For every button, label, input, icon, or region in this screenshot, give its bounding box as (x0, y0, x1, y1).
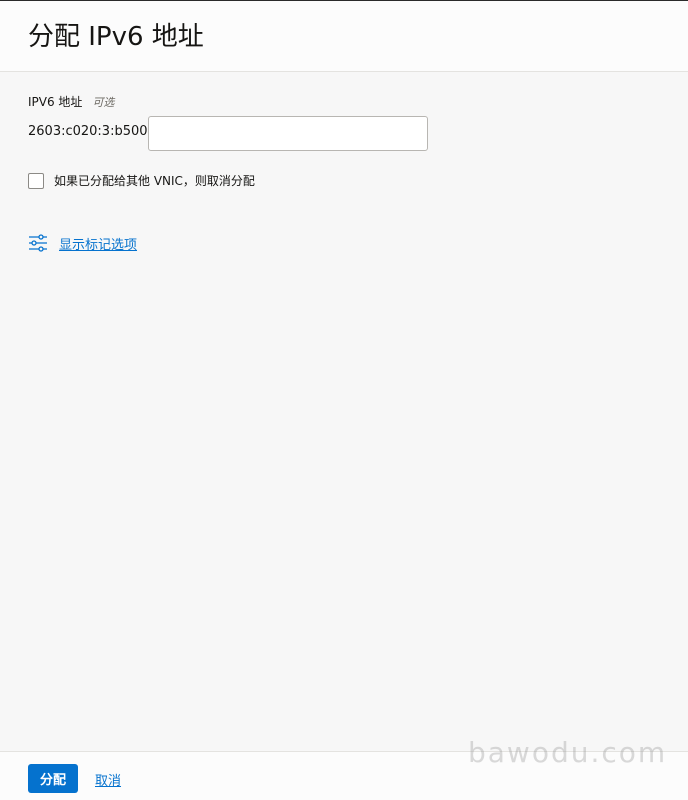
dialog-footer: 分配 取消 (0, 751, 688, 800)
show-tag-options-toggle[interactable]: 显示标记选项 (28, 233, 137, 253)
page-title: 分配 IPv6 地址 (28, 22, 204, 52)
assign-button[interactable]: 分配 (28, 764, 78, 793)
show-tag-options-link[interactable]: 显示标记选项 (59, 234, 137, 253)
cancel-link[interactable]: 取消 (95, 770, 121, 789)
unassign-checkbox-label[interactable]: 如果已分配给其他 VNIC，则取消分配 (54, 172, 255, 189)
ipv6-suffix-input[interactable] (148, 116, 428, 151)
sliders-icon (28, 233, 48, 253)
ipv6-prefix: 2603:c020:3:b500: (28, 124, 152, 139)
unassign-checkbox[interactable] (28, 172, 44, 189)
optional-tag: 可选 (92, 96, 115, 109)
ipv6-label-row: IPV6 地址 可选 (28, 93, 114, 110)
unassign-checkbox-row[interactable]: 如果已分配给其他 VNIC，则取消分配 (28, 172, 255, 189)
ipv6-field-label: IPV6 地址 (28, 95, 83, 109)
dialog-header: 分配 IPv6 地址 (0, 1, 688, 72)
